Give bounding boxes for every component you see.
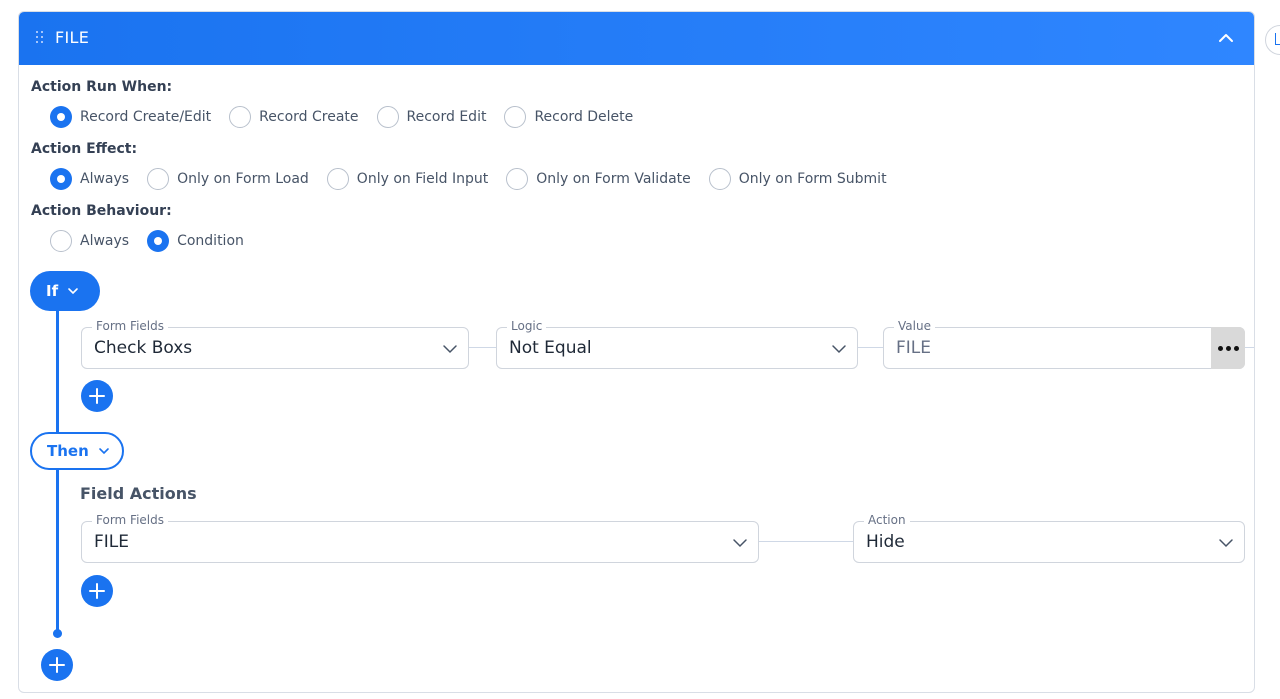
radio-checked-icon — [50, 168, 72, 190]
field-value: FILE — [94, 532, 130, 552]
chevron-up-icon[interactable] — [1216, 28, 1236, 48]
radio-checked-icon — [50, 106, 72, 128]
radio-label: Always — [80, 171, 130, 187]
field-value: Hide — [866, 532, 905, 552]
radio-label: Only on Form Load — [177, 171, 309, 187]
then-action-select[interactable]: Action Hide — [853, 513, 1245, 563]
panel-title: FILE — [55, 28, 90, 47]
if-logic-select[interactable]: Logic Not Equal — [496, 319, 858, 369]
field-label: Action — [864, 513, 910, 527]
radio-label: Record Create/Edit — [80, 109, 212, 125]
radio-record-create[interactable]: Record Create — [229, 106, 359, 128]
action-run-when-group: Record Create/Edit Record Create Record … — [50, 105, 651, 129]
plus-icon — [49, 657, 65, 673]
action-panel: FILE Action Run When: Record Create/Edit… — [18, 11, 1255, 693]
field-value: Check Boxs — [94, 338, 193, 358]
action-behaviour-label: Action Behaviour: — [31, 203, 172, 219]
field-label: Logic — [507, 319, 547, 333]
radio-label: Record Create — [259, 109, 359, 125]
radio-label: Record Edit — [406, 109, 487, 125]
panel-header[interactable]: FILE — [19, 12, 1254, 65]
radio-unchecked-icon — [326, 168, 349, 190]
radio-effect-form-submit[interactable]: Only on Form Submit — [708, 168, 887, 190]
radio-unchecked-icon — [376, 106, 399, 128]
if-value-input[interactable]: Value FILE — [883, 319, 1245, 369]
radio-effect-form-validate[interactable]: Only on Form Validate — [506, 168, 691, 190]
add-condition-button[interactable] — [81, 380, 113, 412]
radio-behaviour-always[interactable]: Always — [50, 230, 129, 252]
action-behaviour-group: Always Condition — [50, 229, 262, 253]
radio-label: Only on Field Input — [356, 171, 489, 187]
radio-effect-always[interactable]: Always — [50, 168, 129, 190]
chevron-down-icon — [1219, 539, 1233, 548]
drag-dots-icon[interactable] — [36, 31, 46, 45]
chevron-down-icon — [443, 345, 457, 354]
plus-icon — [89, 388, 105, 404]
radio-unchecked-icon — [506, 168, 529, 190]
then-form-fields-select[interactable]: Form Fields FILE — [81, 513, 759, 563]
connector-line — [469, 347, 496, 348]
radio-label: Record Delete — [534, 109, 634, 125]
radio-label: Condition — [177, 233, 244, 249]
radio-behaviour-condition[interactable]: Condition — [147, 230, 244, 252]
radio-unchecked-icon — [708, 168, 731, 190]
flow-end-dot — [53, 629, 62, 638]
if-label: If — [46, 282, 59, 300]
field-label: Value — [894, 319, 935, 333]
connector-line — [858, 347, 883, 348]
connector-line — [759, 541, 853, 542]
plus-icon — [89, 583, 105, 599]
field-value: FILE — [896, 338, 932, 358]
radio-checked-icon — [147, 230, 170, 252]
trash-icon[interactable] — [1265, 25, 1280, 55]
then-dropdown[interactable]: Then — [30, 432, 124, 470]
radio-record-create-edit[interactable]: Record Create/Edit — [50, 106, 211, 128]
radio-label: Always — [80, 233, 130, 249]
radio-effect-form-load[interactable]: Only on Form Load — [147, 168, 309, 190]
connector-line — [1245, 347, 1254, 348]
radio-unchecked-icon — [50, 230, 72, 252]
field-actions-heading: Field Actions — [80, 484, 197, 503]
then-label: Then — [47, 442, 89, 460]
field-value: Not Equal — [509, 338, 592, 358]
radio-label: Only on Form Submit — [738, 171, 887, 187]
if-form-fields-select[interactable]: Form Fields Check Boxs — [81, 319, 469, 369]
radio-unchecked-icon — [147, 168, 170, 190]
action-run-when-label: Action Run When: — [31, 79, 173, 95]
field-label: Form Fields — [92, 513, 168, 527]
chevron-down-icon — [832, 345, 846, 354]
radio-record-edit[interactable]: Record Edit — [376, 106, 487, 128]
radio-effect-field-input[interactable]: Only on Field Input — [326, 168, 489, 190]
ellipsis-icon[interactable] — [1211, 327, 1245, 369]
radio-record-delete[interactable]: Record Delete — [504, 106, 633, 128]
add-block-button[interactable] — [41, 649, 73, 681]
radio-unchecked-icon — [229, 106, 252, 128]
action-effect-label: Action Effect: — [31, 141, 138, 157]
chevron-down-icon — [733, 539, 747, 548]
if-dropdown[interactable]: If — [30, 271, 100, 311]
radio-label: Only on Form Validate — [536, 171, 691, 187]
chevron-down-icon — [98, 448, 109, 455]
field-label: Form Fields — [92, 319, 168, 333]
add-field-action-button[interactable] — [81, 575, 113, 607]
chevron-down-icon — [68, 288, 78, 295]
radio-unchecked-icon — [504, 106, 527, 128]
action-effect-group: Always Only on Form Load Only on Field I… — [50, 167, 905, 191]
